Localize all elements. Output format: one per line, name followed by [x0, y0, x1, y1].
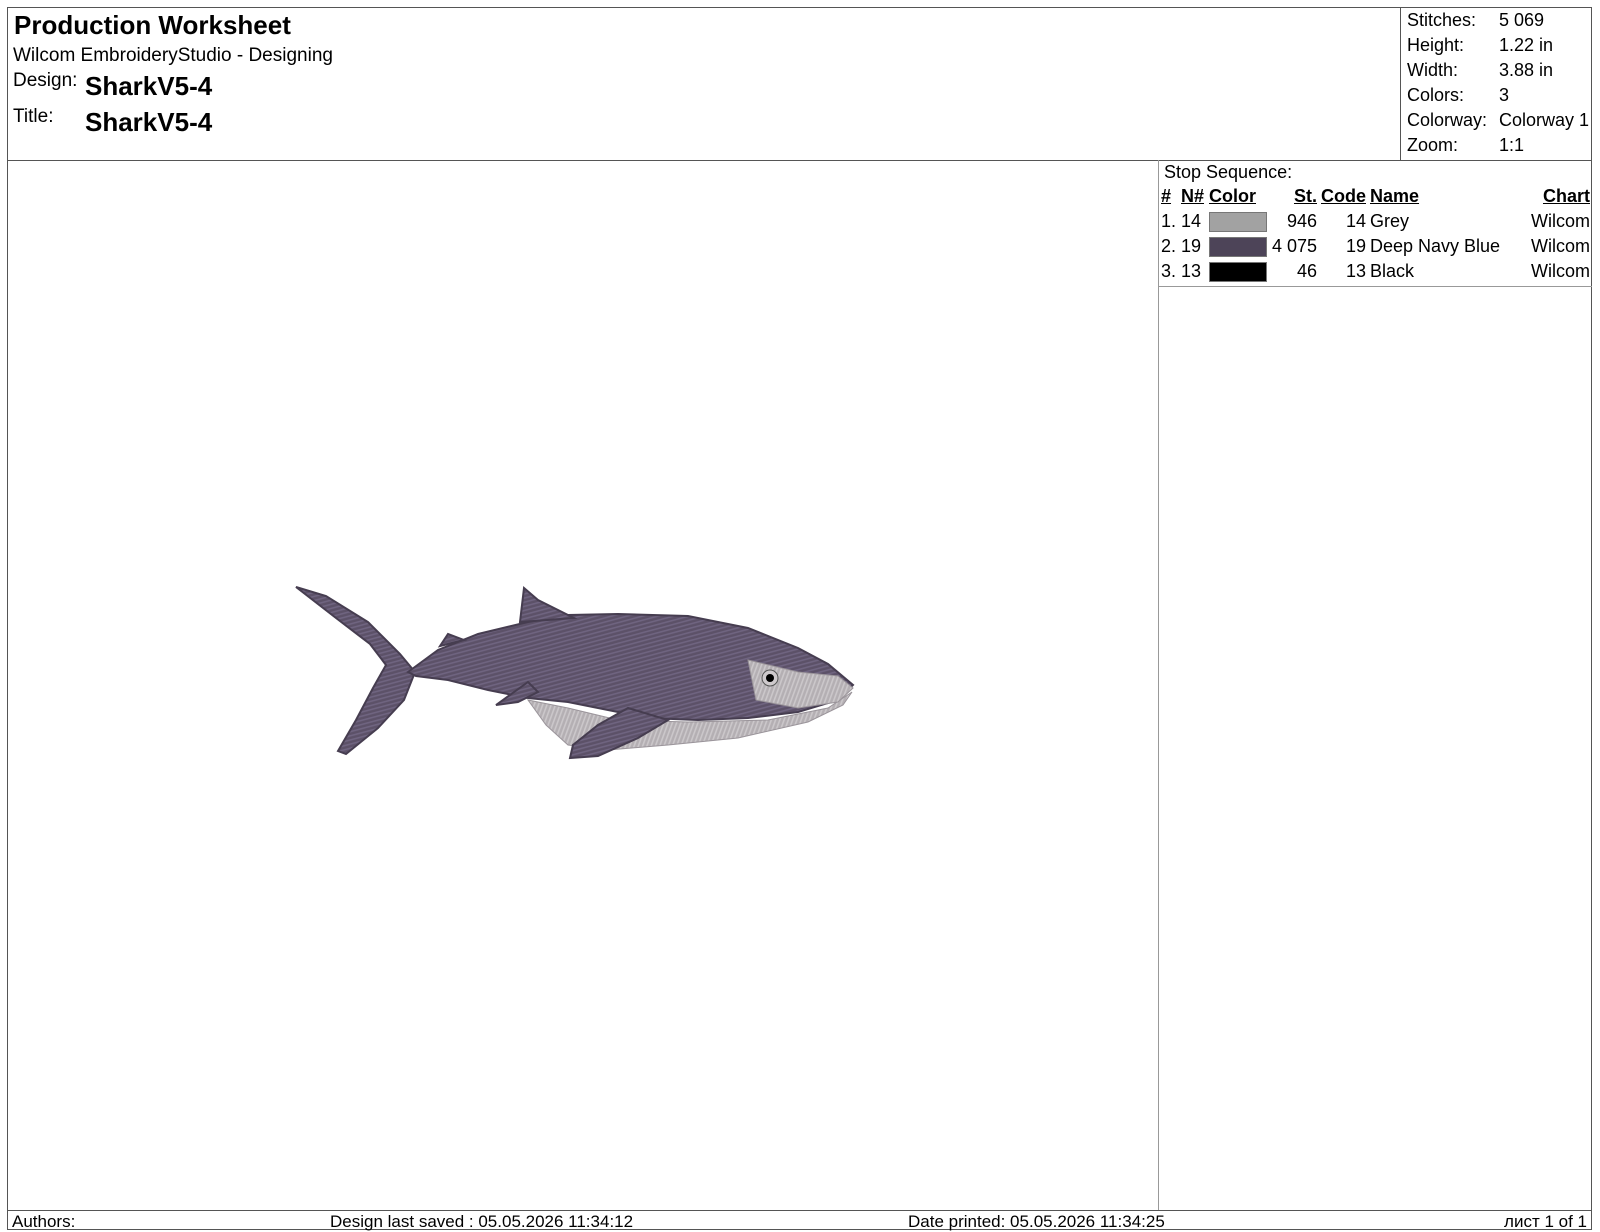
- col-name: Name: [1370, 186, 1420, 206]
- color-swatch: [1209, 237, 1267, 258]
- worksheet-title: Production Worksheet: [14, 10, 291, 40]
- design-label: Design:: [13, 70, 78, 91]
- shark-dorsal-fin: [518, 586, 578, 624]
- table-row: 1. 14 946 14 Grey Wilcom: [1159, 209, 1592, 234]
- color-swatch: [1209, 262, 1267, 283]
- col-code: Code: [1321, 186, 1366, 206]
- title-name: SharkV5-4: [85, 107, 213, 137]
- col-color: Color: [1209, 186, 1256, 206]
- col-stitches: St.: [1293, 186, 1317, 206]
- row-index: 2.: [1161, 236, 1177, 256]
- title-label: Title:: [13, 106, 54, 127]
- table-row: 2. 19 4 075 19 Deep Navy Blue Wilcom: [1159, 234, 1592, 259]
- row-index: 3.: [1161, 261, 1177, 281]
- shark-tail: [295, 586, 417, 756]
- last-saved: Design last saved : 05.05.2026 11:34:12: [330, 1212, 634, 1231]
- stats-panel: Stitches: 5 069 Height: 1.22 in Width: 3.88…: [1400, 8, 1592, 160]
- row-name: Deep Navy Blue: [1370, 236, 1501, 256]
- row-chart: Wilcom: [1531, 211, 1590, 231]
- shark-embroidery-image: [295, 586, 855, 760]
- row-needle: 14: [1181, 211, 1202, 231]
- stop-sequence-title: Stop Sequence:: [1164, 162, 1293, 182]
- col-needle: N#: [1181, 186, 1205, 206]
- row-color: [1207, 234, 1269, 259]
- table-header-row: # N# Color St. Code Name Chart: [1159, 184, 1592, 209]
- row-color: [1207, 259, 1269, 284]
- row-needle: 19: [1181, 236, 1202, 256]
- row-name: Grey: [1370, 211, 1410, 231]
- row-name: Black: [1370, 261, 1415, 281]
- row-code: 14: [1345, 211, 1366, 231]
- col-chart: Chart: [1542, 186, 1590, 206]
- row-code: 19: [1345, 236, 1366, 256]
- table-divider: [1159, 286, 1592, 287]
- row-stitches: 46: [1296, 261, 1317, 281]
- color-swatch: [1209, 212, 1267, 233]
- table-row: 3. 13 46 13 Black Wilcom: [1159, 259, 1592, 284]
- date-printed: Date printed: 05.05.2026 11:34:25: [908, 1212, 1165, 1231]
- row-code: 13: [1345, 261, 1366, 281]
- row-stitches: 4 075: [1271, 236, 1317, 256]
- col-index: #: [1161, 186, 1172, 206]
- row-chart: Wilcom: [1531, 236, 1590, 256]
- design-preview: [8, 160, 1158, 1210]
- row-stitches: 946: [1286, 211, 1317, 231]
- row-chart: Wilcom: [1531, 261, 1590, 281]
- header: Production Worksheet Wilcom EmbroiderySt…: [8, 8, 1591, 161]
- authors-label: Authors:: [12, 1212, 76, 1231]
- stop-sequence-panel: Stop Sequence: # N# Color St. Code Name …: [1158, 160, 1592, 1210]
- row-needle: 13: [1181, 261, 1202, 281]
- worksheet: Production Worksheet Wilcom EmbroiderySt…: [7, 7, 1592, 1231]
- shark-eye: [766, 674, 774, 682]
- row-index: 1.: [1161, 211, 1177, 231]
- footer: Authors: Design last saved : 05.05.2026 …: [8, 1210, 1591, 1231]
- row-color: [1207, 209, 1269, 234]
- page-number: лист 1 of 1: [1504, 1212, 1587, 1231]
- app-subtitle: Wilcom EmbroideryStudio - Designing: [13, 45, 333, 66]
- stop-sequence-table: # N# Color St. Code Name Chart 1. 14 946…: [1159, 184, 1592, 284]
- design-name: SharkV5-4: [85, 71, 213, 101]
